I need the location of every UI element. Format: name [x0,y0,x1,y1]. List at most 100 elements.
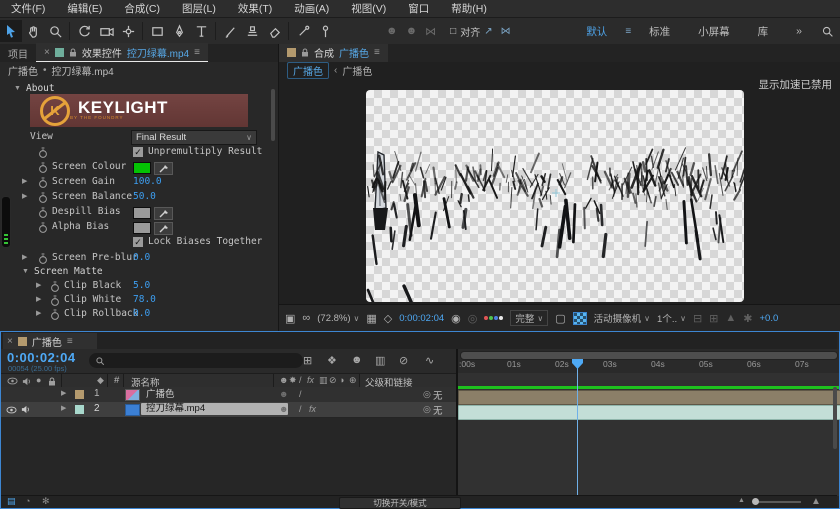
mini-flowchart-icon[interactable]: ⊞ [303,354,312,367]
screen-colour-swatch[interactable] [133,162,151,174]
layer-name[interactable]: 控刀绿幕.mp4 [141,403,288,415]
snap-toggle[interactable]: □ 对齐 [450,24,480,39]
menu-effect[interactable]: 效果(T) [227,1,283,16]
menu-animation[interactable]: 动画(A) [283,1,340,16]
pickwhip-icon[interactable]: ◎ [423,403,431,416]
timeline-scrollbar[interactable] [833,387,837,449]
clip-black-value[interactable]: 5.0 [133,279,150,293]
workspace-library[interactable]: 库 [744,24,783,39]
roto-brush-tool[interactable] [292,20,314,42]
mask-visibility-icon[interactable]: ◇ [384,312,392,325]
search-workspace-icon[interactable] [816,20,838,42]
unpremultiply-checkbox[interactable]: ✓ [133,147,143,157]
twirl-icon[interactable]: ▶ [36,293,41,307]
menu-view[interactable]: 视图(V) [340,1,397,16]
clip-rollback-value[interactable]: 0.0 [133,307,150,321]
type-tool[interactable] [190,20,212,42]
zoom-tool[interactable] [44,20,66,42]
guides-icon[interactable]: ⊞ [709,312,718,325]
lock-biases-checkbox[interactable]: ✓ [133,237,143,247]
effect-group-screen-matte[interactable]: ▼ Screen Matte [0,265,272,279]
pen-tool[interactable] [168,20,190,42]
workspace-small-screen[interactable]: 小屏幕 [684,24,744,39]
zoom-knob[interactable] [752,498,759,505]
hand-tool[interactable] [22,20,44,42]
eyedropper-icon[interactable] [154,207,173,220]
tab-composition[interactable]: 合成 广播色 ≡ [279,44,388,63]
expand-transfer-controls-icon[interactable]: ◔ [25,496,30,506]
toggle-switches-modes-button[interactable]: 切换开关/模式 [339,497,461,509]
screen-balance-value[interactable]: 50.0 [133,190,156,204]
shy-toggle[interactable]: ☻ [279,403,288,416]
stopwatch-icon[interactable] [50,309,60,326]
alpha-bias-swatch[interactable] [133,222,151,234]
selection-tool[interactable] [0,20,22,42]
workspace-standard[interactable]: 标准 [635,24,684,39]
snap-join-icon[interactable]: ⋈ [497,26,515,37]
track-area[interactable] [458,373,839,496]
menu-edit[interactable]: 编辑(E) [56,1,113,16]
hide-shy-icon[interactable]: ☻ [351,354,363,366]
twirl-icon[interactable]: ▶ [61,402,66,416]
frame-blending-icon[interactable]: ▥ [375,354,385,367]
quality-toggle[interactable]: / [299,403,302,416]
show-snapshot-icon[interactable]: ◎ [468,312,478,325]
layer-bar-2[interactable] [458,405,840,420]
pickwhip-icon[interactable]: ◎ [423,388,431,401]
workspace-default[interactable]: 默认 [572,24,621,39]
shy-toggle[interactable]: ☻ [279,388,288,401]
menu-file[interactable]: 文件(F) [0,1,56,16]
composition-view[interactable] [366,90,744,302]
audio-icon[interactable] [21,405,30,414]
pixel-aspect-icon[interactable]: ⊟ [693,312,702,325]
rectangle-tool[interactable] [146,20,168,42]
eraser-tool[interactable] [263,20,285,42]
clip-white-value[interactable]: 78.0 [133,293,156,307]
pan-behind-tool[interactable] [117,20,139,42]
brush-tool[interactable] [219,20,241,42]
playhead-line[interactable] [577,359,578,496]
grid-options-icon[interactable]: ▦ [366,312,376,325]
workspace-overflow[interactable]: » [782,25,816,37]
exposure-value[interactable]: +0.0 [760,313,779,324]
twirl-icon[interactable]: ▶ [22,251,27,265]
zoom-in-mountain-icon[interactable]: ▲ [811,496,821,507]
despill-bias-swatch[interactable] [133,207,151,219]
layer-row-2[interactable]: ▶ 2 控刀绿幕.mp4 ☻ / fx ◎ 无 ∨ [1,402,457,418]
menu-layer[interactable]: 图层(L) [171,1,227,16]
vr-goggles-icon[interactable]: ∞ [302,312,310,324]
screen-preblur-value[interactable]: 0.0 [133,251,150,265]
twirl-icon[interactable]: ▶ [22,175,27,189]
camera-view-dropdown[interactable]: 活动摄像机∨ [594,311,650,325]
magnification-dropdown[interactable]: (72.8%)∨ [317,313,359,324]
comp-crumb-parent[interactable]: 广播色 [342,63,372,78]
twirl-icon[interactable]: ▶ [22,190,27,204]
show-channel-icon[interactable] [484,316,503,320]
draft-3d-icon[interactable]: ❖ [327,354,337,367]
screen-gain-value[interactable]: 100.0 [133,175,162,189]
timeline-tab[interactable]: × 广播色 ≡ [3,333,97,349]
time-ruler[interactable]: :00s 01s 02s 03s 04s 05s 06s 07s [458,349,839,374]
motion-blur-icon[interactable]: ⊘ [399,354,408,367]
fx-toggle[interactable]: fx [309,403,316,416]
expand-layer-switches-icon[interactable]: ▤ [7,496,16,507]
clone-stamp-tool[interactable] [241,20,263,42]
twirl-icon[interactable]: ▶ [36,307,41,321]
timeline-search[interactable] [89,353,303,368]
layer-name[interactable]: 广播色 [146,388,175,401]
layer-bar-1[interactable] [458,390,840,405]
eyedropper-icon[interactable] [154,222,173,235]
align-checkbox[interactable]: □ [450,26,456,37]
panel-scrollbar[interactable] [271,89,275,141]
menu-composition[interactable]: 合成(C) [113,1,171,16]
layer-row-1[interactable]: ▶ 1 广播色 ☻ / ◎ 无 ∨ [1,387,457,403]
zoom-out-mountain-icon[interactable]: ▲ [738,497,745,504]
snapshot-camera-icon[interactable]: ◉ [451,312,461,325]
graph-editor-icon[interactable]: ∿ [425,354,434,367]
quality-toggle[interactable]: / [299,388,302,401]
always-preview-icon[interactable]: ▣ [285,312,295,325]
tab-effect-controls[interactable]: × 效果控件 控刀绿幕.mp4 ≡ [36,43,208,63]
current-timecode[interactable]: 0:00:02:04 [7,350,76,365]
twirl-icon[interactable]: ▶ [61,387,66,401]
layer-label-color[interactable] [75,405,84,414]
